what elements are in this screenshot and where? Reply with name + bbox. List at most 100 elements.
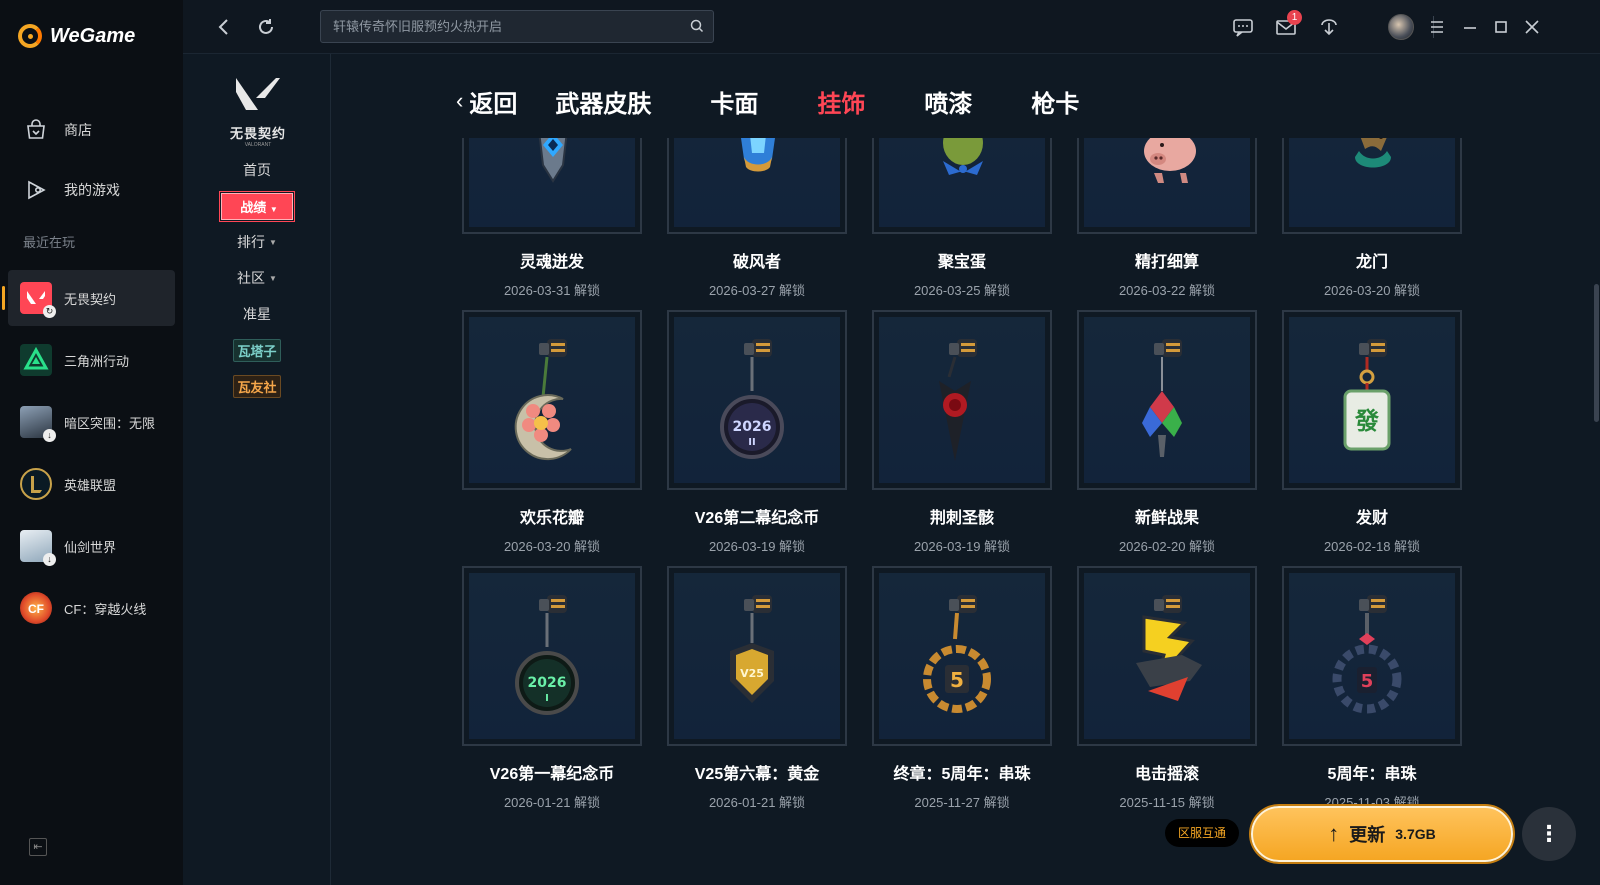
refresh-icon[interactable] xyxy=(255,16,277,38)
cross-region-badge[interactable]: 区服互通 xyxy=(1165,819,1239,847)
wegame-logo[interactable]: WeGame xyxy=(18,24,135,48)
charm-thumb: 發 xyxy=(1282,310,1462,490)
recent-games: ↻ 无畏契约 三角洲行动 ↓ 暗区突围：无限 英雄联盟 ↓ 仙剑世界 CF CF… xyxy=(2,270,175,642)
user-avatar[interactable] xyxy=(1388,14,1414,40)
left-rail: WeGame 商店 我的游戏 最近在玩 ↻ 无畏契约 三角洲行动 ↓ 暗区突围：… xyxy=(0,0,183,885)
charm-card[interactable]: 荆刺圣骸 2026-03-19 解锁 xyxy=(872,310,1052,555)
game-sidebar: 无畏契约 VALORANT 首页 战绩 ▼ 排行 ▼ 社区 ▼ 准星 瓦塔子 瓦友社 xyxy=(183,54,331,885)
subnav-label: 首页 xyxy=(243,162,271,178)
charm-thumb xyxy=(1282,138,1462,234)
recent-game-delta-force[interactable]: 三角洲行动 xyxy=(8,332,175,388)
recent-game-valorant[interactable]: ↻ 无畏契约 xyxy=(2,270,175,326)
recent-game-lol[interactable]: 英雄联盟 xyxy=(8,456,175,512)
subnav-community[interactable]: 社区 ▼ xyxy=(183,260,331,296)
minimize-icon[interactable] xyxy=(1459,16,1481,38)
mail-icon[interactable]: 1 xyxy=(1275,10,1302,38)
cf-icon: CF xyxy=(20,592,52,624)
subnav-rank[interactable]: 排行 ▼ xyxy=(183,224,331,260)
valorant-logo[interactable]: 无畏契约 VALORANT xyxy=(223,74,293,148)
subnav-label: 战绩 xyxy=(240,199,267,215)
search-icon[interactable] xyxy=(690,19,704,33)
recent-game-arena-breakout[interactable]: ↓ 暗区突围：无限 xyxy=(8,394,175,450)
subnav-wataizi[interactable]: 瓦塔子 xyxy=(183,332,331,368)
menu-icon[interactable] xyxy=(1426,16,1448,38)
rail-nav-label: 我的游戏 xyxy=(64,182,120,198)
more-options-button[interactable]: ⋮ xyxy=(1522,807,1576,861)
charm-card[interactable]: 欢乐花瓣 2026-03-20 解锁 xyxy=(462,310,642,555)
subnav-label: 排行 xyxy=(237,234,266,250)
charm-card[interactable]: 电击摇滚 2025-11-15 解锁 xyxy=(1077,566,1257,811)
subnav-crosshair[interactable]: 准星 xyxy=(183,296,331,332)
charm-unlock-date: 2026-03-19 解锁 xyxy=(913,539,1011,554)
piggy-bank-charm-icon xyxy=(1144,138,1196,183)
subnav-zhanji[interactable]: 战绩 ▼ xyxy=(183,188,331,224)
recent-label: 最近在玩 xyxy=(23,235,76,250)
charm-card[interactable]: 龙门 2026-03-20 解锁 xyxy=(1282,138,1462,299)
tab-cards[interactable]: 卡面 xyxy=(710,84,758,119)
subnav-wayoushe[interactable]: 瓦友社 xyxy=(183,368,331,404)
charm-name: 聚宝蛋 xyxy=(937,254,986,271)
charm-card[interactable]: 新鲜战果 2026-02-20 解锁 xyxy=(1077,310,1257,555)
collapse-sidebar-icon[interactable]: ⇤ xyxy=(29,838,47,856)
charm-card[interactable]: 破风者 2026-03-27 解锁 xyxy=(667,138,847,299)
recent-game-cf[interactable]: CF CF：穿越火线 xyxy=(8,580,175,636)
update-button[interactable]: ↑ 更新 3.7GB xyxy=(1251,806,1513,862)
charm-name: 灵魂迸发 xyxy=(519,254,584,271)
charm-unlock-date: 2026-03-27 解锁 xyxy=(708,283,806,298)
charm-card[interactable]: 灵魂迸发 2026-03-31 解锁 xyxy=(462,138,642,299)
subnav-label: 瓦友社 xyxy=(233,374,281,398)
charm-thumb: 5 xyxy=(872,566,1052,746)
charm-card[interactable]: 2026 I V26第一幕纪念币 2026-01-21 解锁 xyxy=(462,566,642,811)
back-nav-icon[interactable] xyxy=(213,16,235,38)
search-box[interactable] xyxy=(320,10,714,43)
collection-tabs: ‹ 返回 武器皮肤 卡面 挂饰 喷漆 枪卡 xyxy=(456,84,1138,118)
maximize-icon[interactable] xyxy=(1490,16,1512,38)
coin-act-text: II xyxy=(748,437,755,448)
subnav-label: 社区 xyxy=(237,270,266,286)
v26-act2-coin-charm-icon: 2026 II xyxy=(720,339,784,459)
recent-game-xianjian[interactable]: ↓ 仙剑世界 xyxy=(8,518,175,574)
caret-down-icon: ▼ xyxy=(269,204,278,214)
electric-rock-charm-icon xyxy=(1136,595,1202,701)
charm-card[interactable]: 5 5周年：串珠 2025-11-03 解锁 xyxy=(1282,566,1462,811)
tab-charms[interactable]: 挂饰 xyxy=(817,84,865,119)
charm-card[interactable]: V25 V25第六幕：黄金 2026-01-21 解锁 xyxy=(667,566,847,811)
charm-name: 新鲜战果 xyxy=(1134,510,1199,527)
chat-icon[interactable] xyxy=(1232,16,1254,38)
rail-nav-store[interactable]: 商店 xyxy=(0,100,183,160)
tab-gun-cards[interactable]: 枪卡 xyxy=(1031,84,1079,119)
mahjong-glyph: 發 xyxy=(1354,406,1379,435)
charm-card[interactable]: 2026 II V26第二幕纪念币 2026-03-19 解锁 xyxy=(667,310,847,555)
charm-name: V26第二幕纪念币 xyxy=(694,510,820,527)
charm-card[interactable]: 精打细算 2026-03-22 解锁 xyxy=(1077,138,1257,299)
charm-card[interactable]: 聚宝蛋 2026-03-25 解锁 xyxy=(872,138,1052,299)
treasure-egg-charm-icon xyxy=(943,138,983,175)
charm-thumb xyxy=(872,310,1052,490)
search-input[interactable] xyxy=(321,11,671,42)
charm-name: 龙门 xyxy=(1355,254,1388,271)
subnav-home[interactable]: 首页 xyxy=(183,152,331,188)
coin-act-text: I xyxy=(545,693,549,704)
rail-nav-my-games[interactable]: 我的游戏 xyxy=(0,160,183,220)
chevron-left-icon: ‹ xyxy=(456,88,464,113)
tab-sprays[interactable]: 喷漆 xyxy=(924,84,972,119)
charm-unlock-date: 2026-02-20 解锁 xyxy=(1118,539,1216,554)
download-manager-icon[interactable] xyxy=(1318,16,1340,38)
close-icon[interactable] xyxy=(1521,16,1543,38)
charm-thumb: 2026 I xyxy=(462,566,642,746)
charm-thumb xyxy=(1077,566,1257,746)
charm-unlock-date: 2025-11-15 解锁 xyxy=(1119,795,1215,810)
charm-card[interactable]: 5 终章：5周年：串珠 2025-11-27 解锁 xyxy=(872,566,1052,811)
charm-thumb xyxy=(667,138,847,234)
charm-name: 破风者 xyxy=(732,254,781,271)
back-button[interactable]: ‹ 返回 xyxy=(456,84,517,119)
charm-name: V26第一幕纪念币 xyxy=(489,766,615,783)
download-badge-icon: ↓ xyxy=(43,429,56,442)
charm-name: 欢乐花瓣 xyxy=(519,510,584,527)
charm-card[interactable]: 發 发财 2026-02-18 解锁 xyxy=(1282,310,1462,555)
recent-game-label: 三角洲行动 xyxy=(64,353,130,369)
tab-weapon-skins[interactable]: 武器皮肤 xyxy=(555,84,651,119)
charm-name: V25第六幕：黄金 xyxy=(694,766,820,783)
fresh-spoils-charm-icon xyxy=(1142,339,1182,457)
scrollbar-thumb[interactable] xyxy=(1594,284,1599,422)
